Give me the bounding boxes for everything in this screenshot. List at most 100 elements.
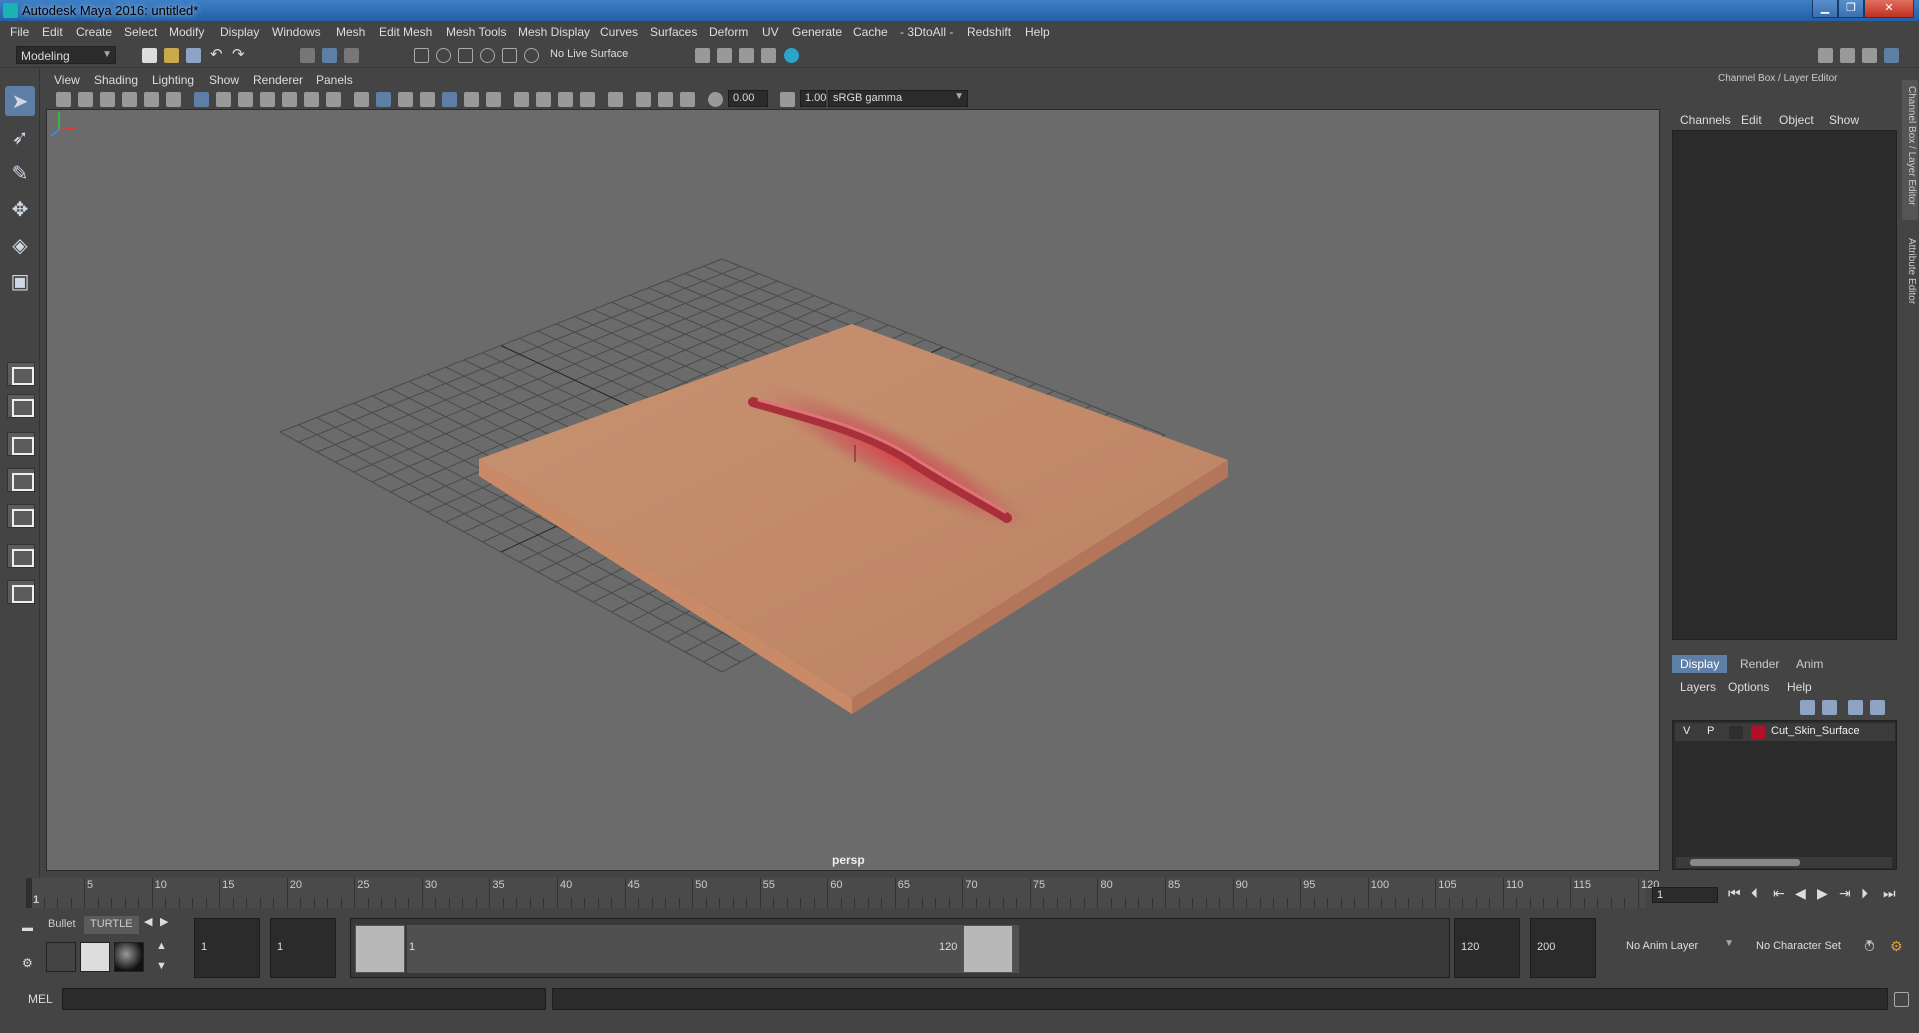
shelf-menu-icon[interactable]: ▬ <box>22 922 33 934</box>
isolate-select-icon[interactable] <box>608 92 623 107</box>
le-menu-layers[interactable]: Layers <box>1680 680 1716 694</box>
animation-start-field[interactable]: 1 <box>194 918 260 978</box>
tab-anim[interactable]: Anim <box>1788 655 1831 673</box>
cb-menu-channels[interactable]: Channels <box>1680 113 1731 127</box>
le-menu-help[interactable]: Help <box>1787 680 1812 694</box>
cb-menu-object[interactable]: Object <box>1779 113 1814 127</box>
le-menu-options[interactable]: Options <box>1728 680 1769 694</box>
menu-surfaces[interactable]: Surfaces <box>650 25 697 39</box>
grease-pencil-icon[interactable] <box>166 92 181 107</box>
menu-mesh-display[interactable]: Mesh Display <box>518 25 590 39</box>
wireframe-icon[interactable] <box>354 92 369 107</box>
animation-preferences-icon[interactable]: ⚙ <box>1890 938 1903 955</box>
menu-windows[interactable]: Windows <box>272 25 321 39</box>
persp-graph-layout-button[interactable] <box>7 432 35 456</box>
textured-icon[interactable] <box>442 92 457 107</box>
menu-3dtoall[interactable]: - 3DtoAll - <box>900 25 953 39</box>
viewport-persp[interactable]: persp <box>46 109 1660 871</box>
panel-menu-renderer[interactable]: Renderer <box>253 73 303 87</box>
use-all-lights-icon[interactable] <box>464 92 479 107</box>
tool-settings-toggle-icon[interactable] <box>1862 48 1877 63</box>
menu-edit-mesh[interactable]: Edit Mesh <box>379 25 432 39</box>
camera-attributes-icon[interactable] <box>78 92 93 107</box>
menu-help[interactable]: Help <box>1025 25 1050 39</box>
snap-live-icon[interactable] <box>502 48 517 63</box>
menu-cache[interactable]: Cache <box>853 25 888 39</box>
step-forward-key-icon[interactable]: ⇥ <box>1839 885 1851 902</box>
anim-layer-select[interactable]: No Anim Layer ▼ <box>1620 918 1734 978</box>
x-ray-joints-icon[interactable] <box>658 92 673 107</box>
shadows-icon[interactable] <box>486 92 501 107</box>
ipr-render-icon[interactable] <box>761 48 776 63</box>
render-current-frame-icon[interactable] <box>739 48 754 63</box>
exposure-icon[interactable] <box>708 92 723 107</box>
menu-modify[interactable]: Modify <box>169 25 204 39</box>
menu-file[interactable]: File <box>10 25 29 39</box>
move-tool-icon[interactable]: ✥ <box>5 194 35 224</box>
panel-layout-button[interactable] <box>7 580 35 604</box>
menu-mesh[interactable]: Mesh <box>336 25 365 39</box>
bookmark-icon[interactable] <box>100 92 115 107</box>
move-layer-down-icon[interactable] <box>1822 700 1837 715</box>
gamma-icon[interactable] <box>780 92 795 107</box>
image-plane-icon[interactable] <box>122 92 137 107</box>
grid-toggle-icon[interactable] <box>194 92 209 107</box>
channel-box-content[interactable] <box>1672 130 1897 640</box>
motion-blur-icon[interactable] <box>536 92 551 107</box>
panel-menu-shading[interactable]: Shading <box>94 73 138 87</box>
range-end-handle[interactable] <box>963 925 1013 973</box>
channel-box-toggle-icon[interactable] <box>1884 48 1899 63</box>
menu-edit[interactable]: Edit <box>42 25 63 39</box>
turtle-render-icon[interactable] <box>46 942 76 972</box>
layer-row[interactable]: V P Cut_Skin_Surface <box>1675 723 1895 741</box>
exposure-field[interactable]: 0.00 <box>728 90 768 107</box>
shelf-scroll-left-icon[interactable]: ◀ <box>144 915 152 928</box>
scale-tool-icon[interactable]: ▣ <box>5 266 35 296</box>
cb-menu-show[interactable]: Show <box>1829 113 1859 127</box>
rotate-tool-icon[interactable]: ◈ <box>5 230 35 260</box>
select-by-component-icon[interactable] <box>344 48 359 63</box>
tab-render[interactable]: Render <box>1732 655 1787 673</box>
panel-menu-lighting[interactable]: Lighting <box>152 73 194 87</box>
menu-uv[interactable]: UV <box>762 25 779 39</box>
x-ray-components-icon[interactable] <box>680 92 695 107</box>
render-settings-icon[interactable] <box>695 48 710 63</box>
menu-select[interactable]: Select <box>124 25 157 39</box>
field-chart-icon[interactable] <box>282 92 297 107</box>
snap-curve-icon[interactable] <box>436 48 451 63</box>
script-language-toggle[interactable]: MEL <box>28 992 53 1006</box>
view-transform-select[interactable]: sRGB gamma ▼ <box>828 90 968 107</box>
range-start-handle[interactable] <box>355 925 405 973</box>
layer-list-scrollbar[interactable] <box>1676 857 1892 868</box>
maximize-button[interactable]: ❐ <box>1838 0 1864 18</box>
redo-icon[interactable]: ↷ <box>232 47 247 63</box>
paint-select-tool-icon[interactable]: ✎ <box>5 158 35 188</box>
current-time-marker[interactable] <box>26 878 32 908</box>
screen-space-ao-icon[interactable] <box>514 92 529 107</box>
panel-menu-view[interactable]: View <box>54 73 80 87</box>
hypershade-icon[interactable] <box>784 48 799 63</box>
playback-start-field[interactable]: 1 <box>270 918 336 978</box>
menu-mesh-tools[interactable]: Mesh Tools <box>446 25 506 39</box>
snap-history-icon[interactable] <box>524 48 539 63</box>
wireframe-on-shaded-icon[interactable] <box>420 92 435 107</box>
layer-playback-toggle[interactable]: P <box>1707 725 1714 737</box>
custom-layout-button[interactable] <box>7 544 35 568</box>
cb-menu-edit[interactable]: Edit <box>1741 113 1762 127</box>
new-layer-icon[interactable] <box>1848 700 1863 715</box>
select-by-object-icon[interactable] <box>322 48 337 63</box>
close-button[interactable]: ✕ <box>1864 0 1914 18</box>
step-back-frame-icon[interactable]: ⏴ <box>1751 885 1758 902</box>
single-perspective-layout-button[interactable] <box>7 362 35 386</box>
menu-redshift[interactable]: Redshift <box>967 25 1011 39</box>
mel-command-input[interactable] <box>62 988 546 1010</box>
shelf-up-icon[interactable]: ▲ <box>156 940 167 952</box>
time-slider[interactable]: 1 5 10 15 20 25 30 35 40 45 50 55 60 65 70 75 80 85 90 95 10… <box>26 878 1659 908</box>
open-scene-icon[interactable] <box>164 48 179 63</box>
current-frame-field[interactable]: 1 <box>1652 887 1718 903</box>
minimize-button[interactable]: ▁ <box>1812 0 1838 18</box>
render-view-icon[interactable] <box>717 48 732 63</box>
shelf-settings-icon[interactable]: ⚙ <box>22 956 33 970</box>
snap-point-icon[interactable] <box>458 48 473 63</box>
step-forward-frame-icon[interactable]: ⏵ <box>1861 885 1868 902</box>
